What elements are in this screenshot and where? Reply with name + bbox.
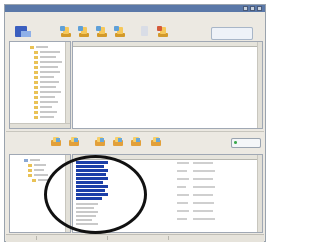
folder-download-icon[interactable]: [112, 136, 124, 148]
document-icon[interactable]: [138, 25, 151, 38]
date-cell: [193, 170, 215, 172]
go-button[interactable]: [231, 138, 261, 148]
size-cell: [177, 202, 188, 204]
folder-sync-icon[interactable]: [130, 136, 142, 148]
top-file-list[interactable]: [72, 41, 263, 129]
date-cell: [193, 194, 213, 196]
folder-connect-icon[interactable]: [59, 25, 72, 38]
vertical-scrollbar[interactable]: [257, 155, 262, 232]
top-folder-tree[interactable]: [9, 41, 71, 129]
minimize-button[interactable]: [243, 6, 248, 11]
close-button[interactable]: [257, 6, 262, 11]
date-cell: [193, 178, 213, 180]
app-logo: [15, 26, 37, 37]
status-dot-icon: [234, 141, 237, 144]
size-cell: [177, 186, 186, 188]
size-cell: [177, 194, 189, 196]
date-cell: [193, 218, 215, 220]
horizontal-scrollbar[interactable]: [10, 123, 70, 128]
vertical-scrollbar[interactable]: [257, 42, 262, 128]
folder-sync-icon[interactable]: [156, 25, 169, 38]
folder-copy-icon[interactable]: [150, 136, 162, 148]
vertical-scrollbar[interactable]: [65, 42, 70, 128]
brand-badge: [211, 27, 253, 40]
size-cell: [177, 210, 189, 212]
maximize-button[interactable]: [250, 6, 255, 11]
size-cell: [177, 178, 189, 180]
folder-open-icon[interactable]: [68, 136, 80, 148]
date-cell: [193, 186, 215, 188]
transfer-toolbar: [6, 131, 264, 154]
date-cell: [193, 162, 213, 164]
folder-connect-icon[interactable]: [50, 136, 62, 148]
folder-upload-icon[interactable]: [95, 25, 108, 38]
highlight-annotation-ellipse: [44, 155, 147, 234]
menu-bar: [7, 13, 26, 18]
date-cell: [193, 210, 213, 212]
title-bar[interactable]: [5, 5, 265, 12]
status-bar: [6, 234, 264, 242]
size-cell: [177, 162, 189, 164]
folder-download-icon[interactable]: [113, 25, 126, 38]
size-cell: [177, 170, 187, 172]
folder-open-icon[interactable]: [77, 25, 90, 38]
date-cell: [193, 202, 214, 204]
app-window: [4, 4, 266, 242]
folder-upload-icon[interactable]: [94, 136, 106, 148]
file-list-header: [73, 42, 262, 47]
size-cell: [177, 218, 187, 220]
